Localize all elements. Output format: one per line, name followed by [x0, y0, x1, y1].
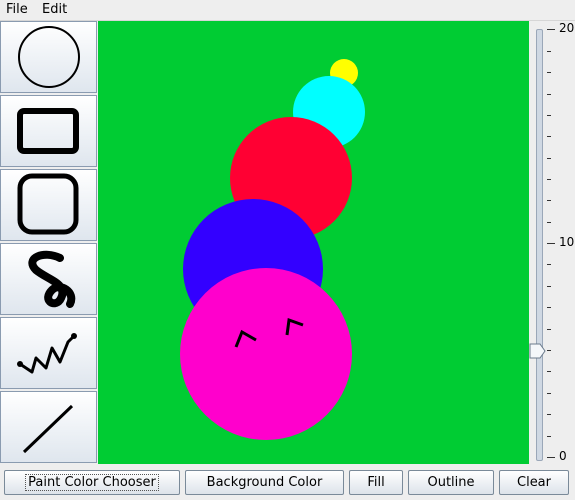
slider-tick	[547, 457, 555, 458]
slider-tick	[547, 200, 551, 201]
freehand-tool-icon	[27, 250, 75, 308]
clear-button[interactable]: Clear	[499, 470, 569, 495]
slider-tick	[547, 414, 551, 415]
slider-tick	[547, 158, 551, 159]
rectangle-tool-icon	[16, 108, 79, 154]
polyline-tool-button[interactable]	[0, 317, 97, 389]
line-tool-button[interactable]	[0, 391, 97, 463]
circle-tool-icon	[17, 26, 80, 88]
slider-tick	[547, 264, 551, 265]
slider-max-label: 20	[559, 21, 575, 35]
slider-tick	[547, 350, 551, 351]
circle-tool-button[interactable]	[0, 21, 97, 93]
slider-tick	[547, 29, 555, 30]
background-color-label: Background Color	[206, 475, 323, 490]
clear-label: Clear	[517, 475, 551, 490]
magenta-circle	[180, 268, 352, 440]
slider-tick	[547, 136, 551, 137]
outline-label: Outline	[427, 475, 475, 490]
slider-tick	[547, 115, 551, 116]
slider-tick	[547, 393, 551, 394]
button-bar: Paint Color Chooser Background Color Fil…	[0, 466, 575, 500]
polyline-tool-icon	[16, 333, 77, 374]
edit-menu[interactable]: Edit	[42, 2, 67, 17]
slider-track[interactable]	[536, 29, 543, 461]
fill-button[interactable]: Fill	[349, 470, 403, 495]
slider-thumb[interactable]	[529, 343, 547, 359]
slider-tick	[547, 286, 551, 287]
outline-button[interactable]: Outline	[408, 470, 494, 495]
slider-tick	[547, 179, 551, 180]
background-color-button[interactable]: Background Color	[185, 470, 344, 495]
rounded-rectangle-tool-icon	[17, 173, 78, 235]
slider-tick	[547, 94, 551, 95]
tool-palette	[0, 21, 98, 465]
slider-tick	[547, 51, 551, 52]
slider-tick	[547, 371, 551, 372]
rectangle-tool-button[interactable]	[0, 95, 97, 167]
paint-color-chooser-label: Paint Color Chooser	[25, 474, 159, 491]
slider-tick	[547, 329, 551, 330]
paint-color-chooser-button[interactable]: Paint Color Chooser	[4, 470, 180, 495]
slider-tick	[547, 72, 551, 73]
slider-mid-label: 10	[559, 235, 575, 249]
slider-tick	[547, 243, 555, 244]
drawing-canvas[interactable]	[98, 21, 529, 464]
slider-tick	[547, 222, 551, 223]
fill-label: Fill	[367, 475, 385, 490]
file-menu[interactable]: File	[6, 2, 28, 17]
freehand-tool-button[interactable]	[0, 243, 97, 315]
line-tool-icon	[22, 404, 73, 454]
slider-min-label: 0	[559, 449, 567, 463]
rounded-rectangle-tool-button[interactable]	[0, 169, 97, 241]
slider-tick	[547, 436, 551, 437]
slider-tick	[547, 307, 551, 308]
menu-bar: File Edit	[0, 0, 575, 21]
stroke-width-slider[interactable]: 20 10 0	[529, 21, 575, 465]
canvas-drawing	[180, 59, 365, 440]
